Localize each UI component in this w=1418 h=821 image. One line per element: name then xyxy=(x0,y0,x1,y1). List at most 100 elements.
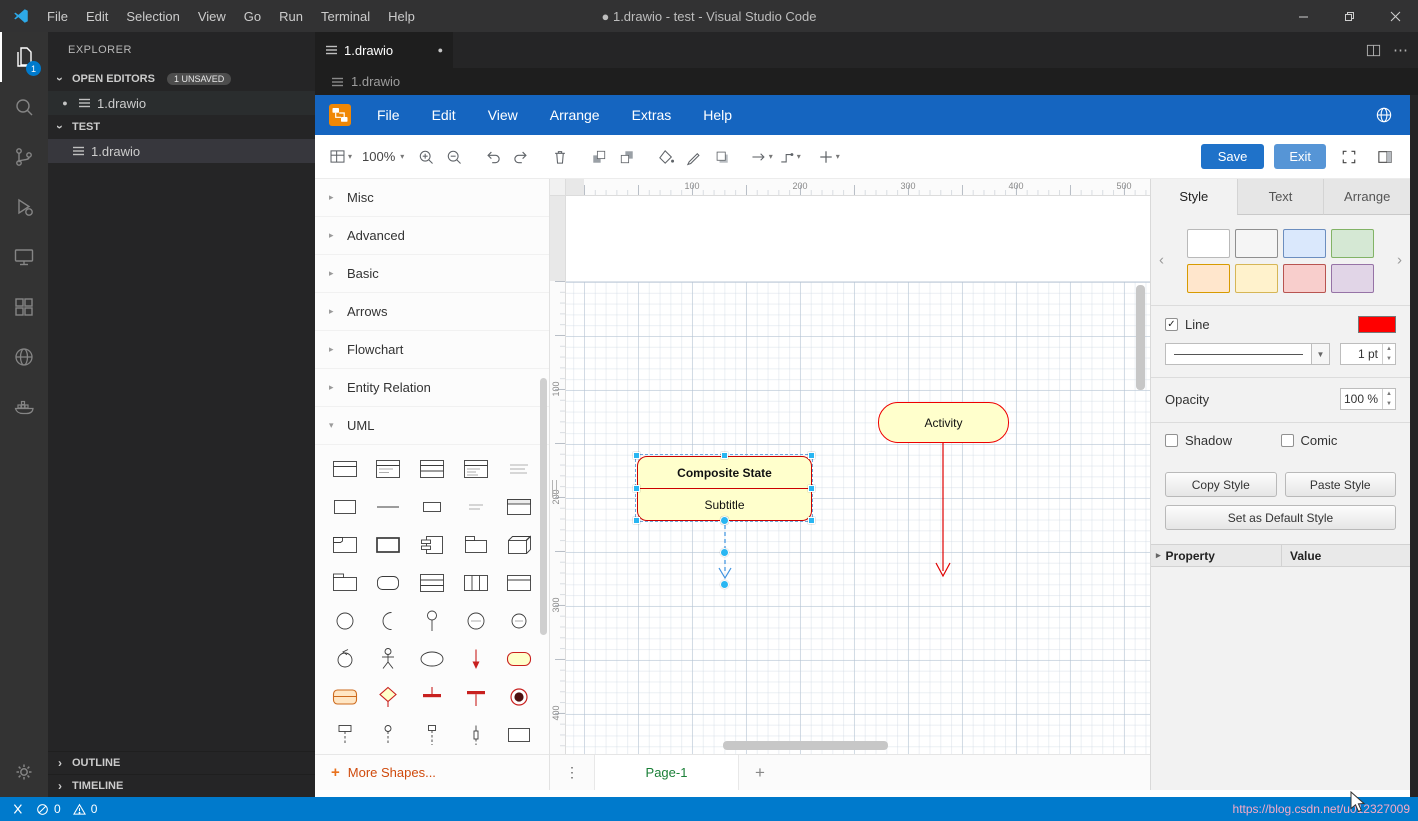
expander-icon[interactable]: ▸ xyxy=(1156,550,1161,561)
uml-shape-class-2[interactable] xyxy=(456,454,496,484)
to-back-icon[interactable] xyxy=(614,143,640,171)
line-width-input[interactable]: 1 pt ▲ ▼ xyxy=(1340,343,1396,365)
uml-shape-component[interactable] xyxy=(412,530,452,560)
line-color-icon[interactable] xyxy=(681,143,707,171)
style-swatch-6[interactable] xyxy=(1283,264,1326,293)
selection-handle[interactable] xyxy=(808,517,815,524)
uml-shape-interface[interactable] xyxy=(369,454,409,484)
style-swatch-2[interactable] xyxy=(1283,229,1326,258)
uml-shape-separator-line[interactable] xyxy=(369,492,409,522)
uml-shape-label-rect[interactable] xyxy=(499,492,539,522)
tab-text[interactable]: Text xyxy=(1236,179,1324,215)
zoom-out-icon[interactable] xyxy=(441,143,467,171)
view-grid-icon[interactable]: ▾ xyxy=(327,143,353,171)
drawio-menu-file[interactable]: File xyxy=(361,95,416,135)
menu-terminal[interactable]: Terminal xyxy=(312,0,379,32)
shape-section-basic[interactable]: ▸ Basic xyxy=(315,255,549,293)
remote-explorer-icon[interactable] xyxy=(0,232,48,282)
exit-button[interactable]: Exit xyxy=(1274,144,1326,169)
tab-style[interactable]: Style xyxy=(1151,179,1237,215)
uml-shape-provided-interface[interactable] xyxy=(325,606,365,636)
shape-section-misc[interactable]: ▸ Misc xyxy=(315,179,549,217)
language-globe-icon[interactable] xyxy=(1374,105,1394,125)
uml-shape-text[interactable] xyxy=(499,454,539,484)
uml-shape-divided-rect[interactable] xyxy=(412,568,452,598)
uml-shape-vertical-divided-rect[interactable] xyxy=(456,568,496,598)
panel-resize-grip[interactable] xyxy=(552,480,557,497)
settings-gear-icon[interactable] xyxy=(0,747,48,797)
drawing-canvas[interactable]: Activity Composite State Subtitle xyxy=(566,196,1150,754)
delete-icon[interactable] xyxy=(547,143,573,171)
menu-help[interactable]: Help xyxy=(379,0,424,32)
spinner[interactable]: ▲ ▼ xyxy=(1382,389,1395,409)
uml-shape-frame-2[interactable] xyxy=(499,720,539,750)
explorer-icon[interactable]: 1 xyxy=(0,32,48,82)
toggle-format-panel-icon[interactable] xyxy=(1372,143,1398,171)
shape-section-entity-relation[interactable]: ▸ Entity Relation xyxy=(315,369,549,407)
edge-midpoint[interactable] xyxy=(720,548,729,557)
fill-color-icon[interactable] xyxy=(653,143,679,171)
more-shapes-button[interactable]: + More Shapes... xyxy=(315,754,549,790)
uml-shape-activity-final[interactable] xyxy=(499,682,539,712)
swatch-prev-icon[interactable]: ‹ xyxy=(1159,252,1164,269)
uml-shape-tab-rect[interactable] xyxy=(325,568,365,598)
menu-file[interactable]: File xyxy=(38,0,77,32)
drawio-menu-view[interactable]: View xyxy=(472,95,534,135)
page-tab[interactable]: Page-1 xyxy=(594,755,739,790)
swatch-next-icon[interactable]: › xyxy=(1397,252,1402,269)
to-front-icon[interactable] xyxy=(586,143,612,171)
shapes-panel-scrollbar[interactable] xyxy=(540,378,547,635)
errors-indicator[interactable]: 0 xyxy=(36,802,61,816)
tab-1drawio[interactable]: 1.drawio ● xyxy=(315,32,453,68)
redo-icon[interactable] xyxy=(508,143,534,171)
uml-shape-small-rect[interactable] xyxy=(412,492,452,522)
canvas-shape-activity[interactable]: Activity xyxy=(878,402,1009,443)
close-button[interactable] xyxy=(1372,0,1418,32)
uml-shape-lifeline[interactable] xyxy=(325,720,365,750)
shape-section-arrows[interactable]: ▸ Arrows xyxy=(315,293,549,331)
menu-go[interactable]: Go xyxy=(235,0,270,32)
open-editor-item[interactable]: ● 1.drawio xyxy=(48,91,315,115)
modified-dot-icon[interactable]: ● xyxy=(438,45,443,55)
docker-icon[interactable] xyxy=(0,382,48,432)
insert-icon[interactable]: ▾ xyxy=(815,143,841,171)
uml-shape-object[interactable] xyxy=(325,454,365,484)
extensions-icon[interactable] xyxy=(0,282,48,332)
tree-file-item[interactable]: 1.drawio xyxy=(48,139,315,163)
uml-shape-class[interactable] xyxy=(412,454,452,484)
shape-section-advanced[interactable]: ▸ Advanced xyxy=(315,217,549,255)
uml-shape-activity[interactable] xyxy=(499,644,539,674)
shape-section-uml[interactable]: ▾ UML xyxy=(315,407,549,445)
menu-view[interactable]: View xyxy=(189,0,235,32)
menu-selection[interactable]: Selection xyxy=(117,0,188,32)
copy-style-button[interactable]: Copy Style xyxy=(1165,472,1277,497)
selection-handle[interactable] xyxy=(808,452,815,459)
uml-shape-bold-rect[interactable] xyxy=(369,530,409,560)
shadow-option[interactable]: Shadow xyxy=(1165,433,1281,448)
line-checkbox[interactable]: ✓ xyxy=(1165,318,1178,331)
menu-edit[interactable]: Edit xyxy=(77,0,117,32)
globe-extension-icon[interactable] xyxy=(0,332,48,382)
uml-shape-rounded-rect[interactable] xyxy=(369,568,409,598)
uml-shape-actor[interactable] xyxy=(369,644,409,674)
uml-shape-state[interactable] xyxy=(456,606,496,636)
edge-endpoint[interactable] xyxy=(720,516,729,525)
shadow-checkbox[interactable] xyxy=(1165,434,1178,447)
opacity-input[interactable]: 100 % ▲ ▼ xyxy=(1340,388,1396,410)
save-button[interactable]: Save xyxy=(1200,144,1265,169)
uml-shape-package[interactable] xyxy=(456,530,496,560)
search-icon[interactable] xyxy=(0,82,48,132)
zoom-in-icon[interactable] xyxy=(413,143,439,171)
uml-shape-composite-state[interactable] xyxy=(325,682,365,712)
canvas-vertical-scrollbar[interactable] xyxy=(1136,285,1145,390)
minimize-button[interactable] xyxy=(1280,0,1326,32)
line-color-swatch[interactable] xyxy=(1358,316,1396,333)
breadcrumb[interactable]: 1.drawio xyxy=(315,68,1418,95)
selection-handle[interactable] xyxy=(721,452,728,459)
paste-style-button[interactable]: Paste Style xyxy=(1284,472,1396,497)
selection-handle[interactable] xyxy=(633,452,640,459)
uml-shape-simple-rect[interactable] xyxy=(325,492,365,522)
drawio-menu-extras[interactable]: Extras xyxy=(616,95,688,135)
line-style-dropdown[interactable]: ▼ xyxy=(1165,343,1330,365)
uml-shape-note-text[interactable] xyxy=(456,492,496,522)
